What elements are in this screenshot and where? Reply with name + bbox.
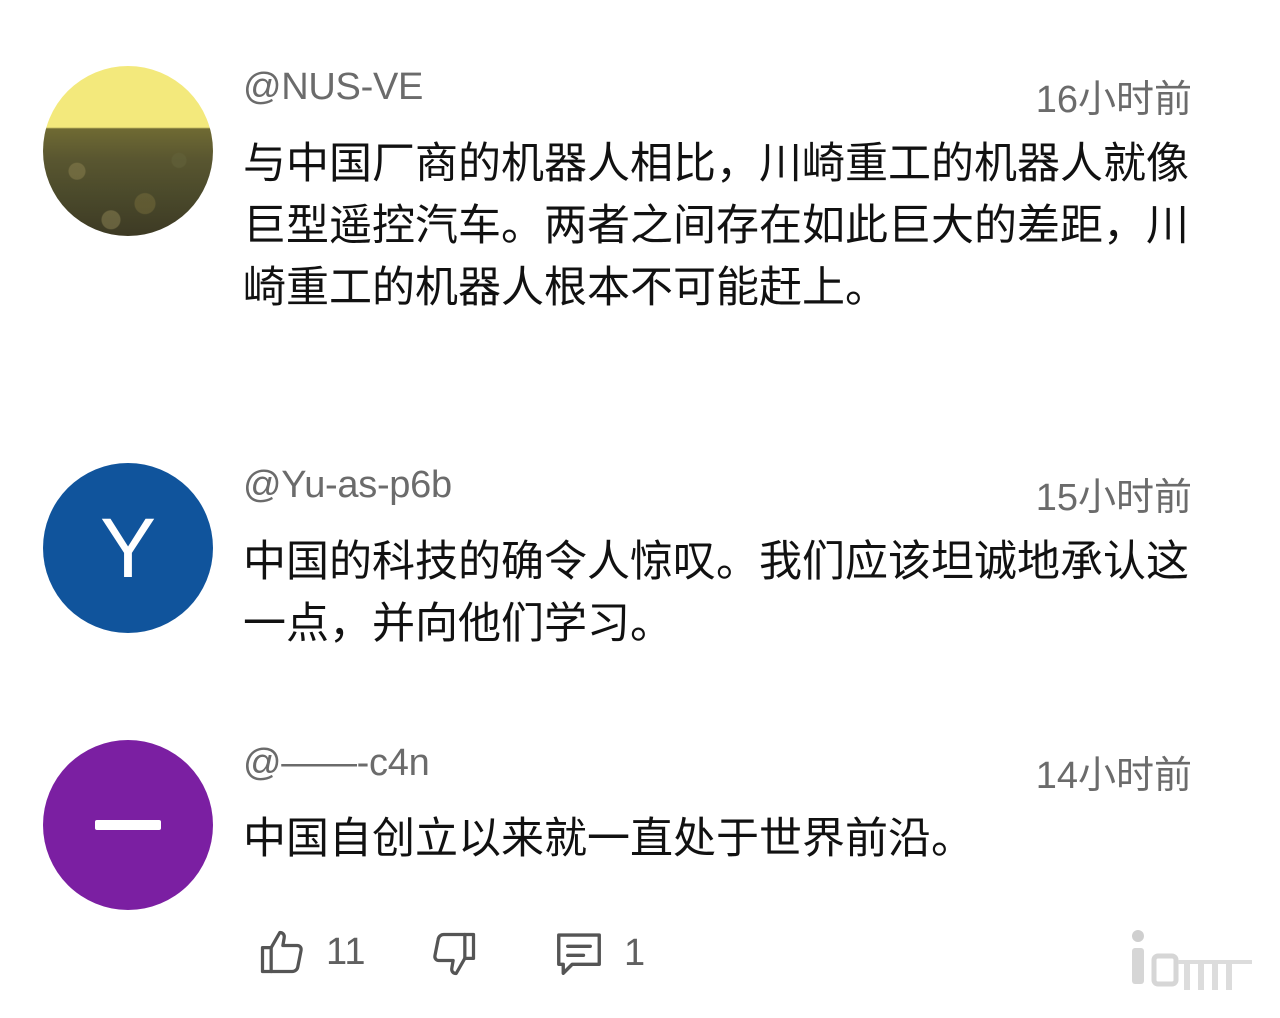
comment-timestamp: 15小时前 [1035,477,1192,519]
comment-text: 中国的科技的确令人惊叹。我们应该坦诚地承认这一点，并向他们学习。 [243,537,1189,649]
avatar[interactable] [43,66,213,236]
avatar-initial: Y [99,500,157,595]
comment-icon [552,926,606,980]
comment-timestamp: 16小时前 [1035,79,1192,121]
watermark-logo [1118,922,1258,994]
avatar[interactable] [43,740,213,910]
comment-text: 中国自创立以来就一直处于世界前沿。 [243,814,974,864]
comment-author[interactable]: @Yu-as-p6b [243,464,452,507]
comment-timestamp: 14小时前 [1035,755,1192,797]
comment-author[interactable]: @NUS-VE [243,66,423,109]
comment-action-bar: 11 1 [0,918,1280,988]
reply-button[interactable]: 1 [552,926,645,980]
reply-count: 1 [624,931,646,974]
avatar[interactable]: Y [43,463,213,633]
dislike-button[interactable] [428,928,480,980]
comment-author[interactable]: @——-c4n [243,742,430,785]
thumbs-up-icon [256,926,308,978]
thumbs-down-icon [428,928,480,980]
comment-text: 与中国厂商的机器人相比，川崎重工的机器人就像巨型遥控汽车。两者之间存在如此巨大的… [243,139,1189,313]
like-button[interactable]: 11 [256,926,365,978]
avatar-initial [95,820,161,830]
like-count: 11 [326,930,366,973]
